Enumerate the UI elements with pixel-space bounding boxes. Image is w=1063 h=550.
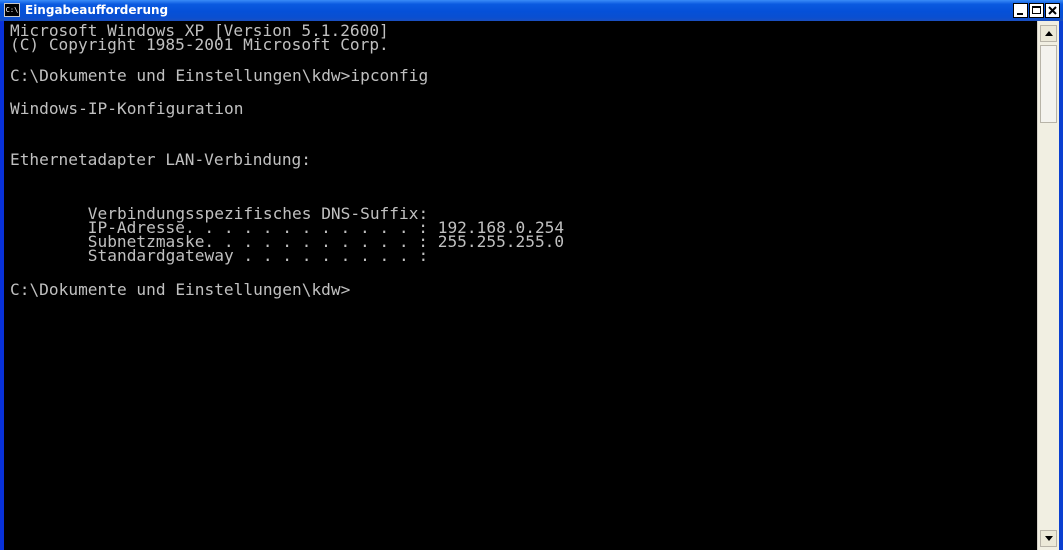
console-line-adapter: Ethernetadapter LAN-Verbindung: <box>10 150 311 169</box>
console-line-command: C:\Dokumente und Einstellungen\kdw>ipcon… <box>10 66 429 85</box>
console-window: C:\ Eingabeaufforderung Microsoft Window… <box>0 0 1063 550</box>
maximize-button[interactable] <box>1029 3 1044 18</box>
scroll-up-button[interactable] <box>1040 25 1057 42</box>
arrow-up-icon <box>1045 31 1053 36</box>
console-app-icon[interactable]: C:\ <box>4 3 20 17</box>
window-title: Eingabeaufforderung <box>25 3 169 17</box>
console-line-gateway: Standardgateway . . . . . . . . . : <box>10 246 429 265</box>
title-bar[interactable]: C:\ Eingabeaufforderung <box>0 0 1063 21</box>
close-icon <box>1048 6 1057 15</box>
console-line-prompt: C:\Dokumente und Einstellungen\kdw> <box>10 280 351 299</box>
console-line-copyright: (C) Copyright 1985-2001 Microsoft Corp. <box>10 35 389 54</box>
minimize-button[interactable] <box>1013 3 1028 18</box>
console-output[interactable]: Microsoft Windows XP [Version 5.1.2600] … <box>4 21 1037 550</box>
scroll-down-button[interactable] <box>1040 530 1057 547</box>
scrollbar-thumb[interactable] <box>1040 45 1057 123</box>
console-line-heading: Windows-IP-Konfiguration <box>10 99 244 118</box>
vertical-scrollbar[interactable] <box>1037 21 1059 550</box>
arrow-down-icon <box>1045 536 1053 541</box>
close-button[interactable] <box>1045 3 1060 18</box>
window-frame-right <box>1059 21 1063 550</box>
